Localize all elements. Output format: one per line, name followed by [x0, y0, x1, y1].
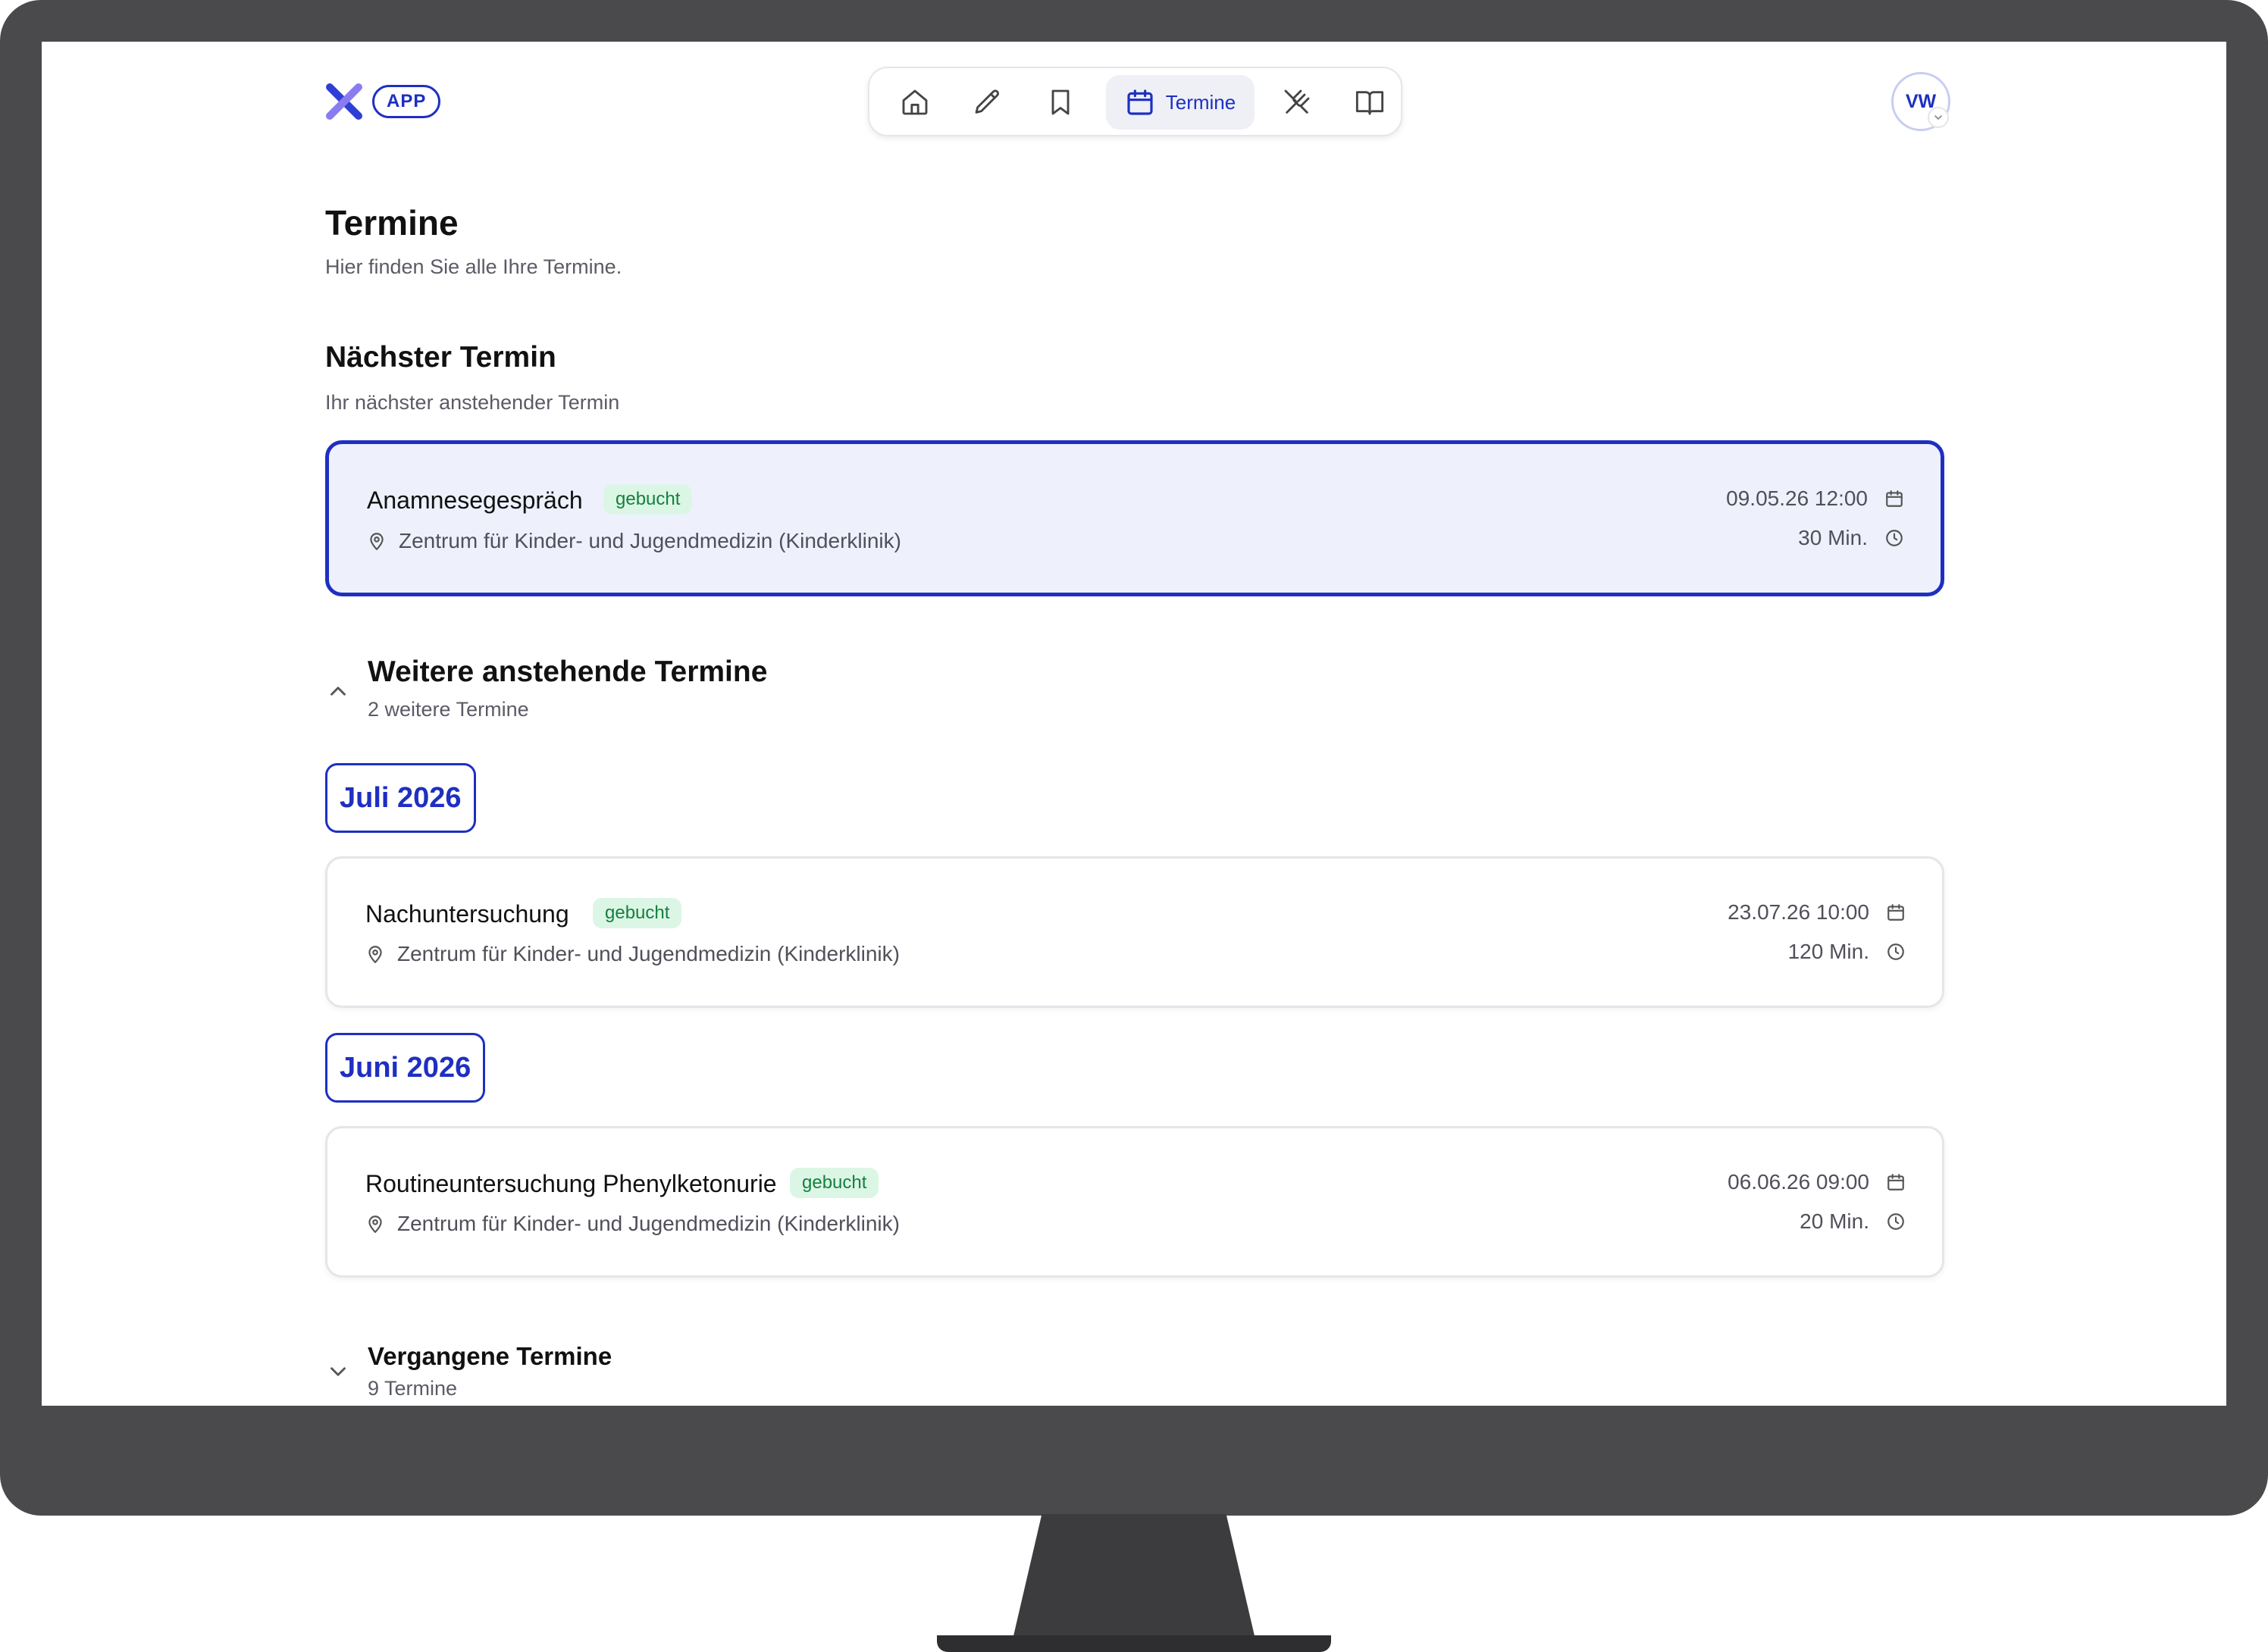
- location-text: Zentrum für Kinder- und Jugendmedizin (K…: [399, 529, 901, 552]
- app-screen: APP Termine VW Termine Hier finden Sie a…: [42, 42, 2226, 1406]
- nav-edit[interactable]: [960, 75, 1015, 130]
- appointment-duration: 30 Min.: [1798, 526, 1904, 550]
- home-icon: [902, 89, 928, 115]
- appointment-datetime: 06.06.26 09:00: [1728, 1170, 1906, 1194]
- duration-text: 30 Min.: [1798, 526, 1868, 549]
- past-count: 9 Termine: [368, 1377, 458, 1400]
- appointment-card[interactable]: Nachuntersuchung gebucht Zentrum für Kin…: [325, 856, 1944, 1008]
- next-heading: Nächster Termin: [325, 341, 556, 374]
- appointment-datetime: 23.07.26 10:00: [1728, 900, 1906, 925]
- app-logo-icon[interactable]: [325, 83, 363, 120]
- map-pin-icon: [368, 1216, 382, 1233]
- calendar-icon: [1887, 1174, 1904, 1191]
- nav-nutrition[interactable]: [1270, 75, 1324, 130]
- datetime-text: 09.05.26 12:00: [1726, 487, 1868, 510]
- appointment-datetime: 09.05.26 12:00: [1726, 487, 1904, 511]
- duration-text: 20 Min.: [1800, 1209, 1869, 1233]
- status-badge: gebucht: [603, 484, 693, 515]
- status-badge: gebucht: [593, 898, 682, 928]
- monitor-stand-base: [937, 1635, 1331, 1652]
- location-text: Zentrum für Kinder- und Jugendmedizin (K…: [397, 942, 900, 965]
- location-text: Zentrum für Kinder- und Jugendmedizin (K…: [397, 1212, 900, 1235]
- month-label: Juni 2026: [325, 1033, 486, 1103]
- appointment-title: Routineuntersuchung Phenylketonurie: [365, 1170, 777, 1197]
- chevron-up-icon[interactable]: [325, 678, 351, 704]
- upcoming-heading[interactable]: Weitere anstehende Termine: [368, 655, 767, 689]
- nav-appointments[interactable]: Termine: [1106, 75, 1255, 130]
- appointment-location: Zentrum für Kinder- und Jugendmedizin (K…: [365, 1212, 900, 1236]
- past-heading[interactable]: Vergangene Termine: [368, 1342, 612, 1371]
- datetime-text: 23.07.26 10:00: [1728, 900, 1869, 924]
- user-menu-chevron[interactable]: [1928, 107, 1949, 128]
- datetime-text: 06.06.26 09:00: [1728, 1170, 1869, 1194]
- book-open-icon: [1355, 91, 1384, 115]
- nav-home[interactable]: [888, 75, 942, 130]
- next-appointment-card[interactable]: Anamnesegespräch gebucht Zentrum für Kin…: [325, 440, 1944, 596]
- utensils-crossed-icon: [1284, 89, 1310, 114]
- upcoming-count: 2 weitere Termine: [368, 698, 529, 721]
- status-badge: gebucht: [790, 1168, 879, 1198]
- map-pin-icon: [370, 533, 384, 550]
- monitor-frame: APP Termine VW Termine Hier finden Sie a…: [0, 0, 2268, 1516]
- next-subheading: Ihr nächster anstehender Termin: [325, 391, 620, 414]
- calendar-icon: [1127, 89, 1153, 115]
- appointment-duration: 20 Min.: [1800, 1209, 1906, 1234]
- main-navigation: Termine: [868, 67, 1402, 136]
- month-label: Juli 2026: [325, 763, 476, 833]
- page-title: Termine: [325, 203, 459, 242]
- appointment-card[interactable]: Routineuntersuchung Phenylketonurie gebu…: [325, 1126, 1944, 1278]
- appointment-location: Zentrum für Kinder- und Jugendmedizin (K…: [367, 529, 901, 553]
- chevron-down-icon[interactable]: [325, 1359, 351, 1384]
- bookmark-icon: [1051, 89, 1070, 115]
- appointment-title: Anamnesegespräch: [367, 487, 583, 514]
- nav-library[interactable]: [1342, 75, 1397, 130]
- nav-appointments-label: Termine: [1165, 90, 1236, 114]
- clock-icon: [1887, 1213, 1904, 1230]
- appointment-duration: 120 Min.: [1788, 940, 1906, 964]
- chevron-down-icon: [1934, 115, 1942, 120]
- clock-icon: [1887, 943, 1904, 960]
- duration-text: 120 Min.: [1787, 940, 1869, 963]
- map-pin-icon: [368, 946, 382, 963]
- clock-icon: [1886, 530, 1903, 546]
- nav-saved[interactable]: [1033, 75, 1088, 130]
- pencil-icon: [975, 89, 999, 114]
- monitor-stand-neck: [1013, 1514, 1255, 1639]
- app-badge: APP: [372, 85, 441, 118]
- calendar-icon: [1886, 490, 1903, 507]
- appointment-title: Nachuntersuchung: [365, 900, 569, 928]
- appointment-location: Zentrum für Kinder- und Jugendmedizin (K…: [365, 942, 900, 966]
- page-subtitle: Hier finden Sie alle Ihre Termine.: [325, 255, 622, 278]
- calendar-icon: [1887, 904, 1904, 921]
